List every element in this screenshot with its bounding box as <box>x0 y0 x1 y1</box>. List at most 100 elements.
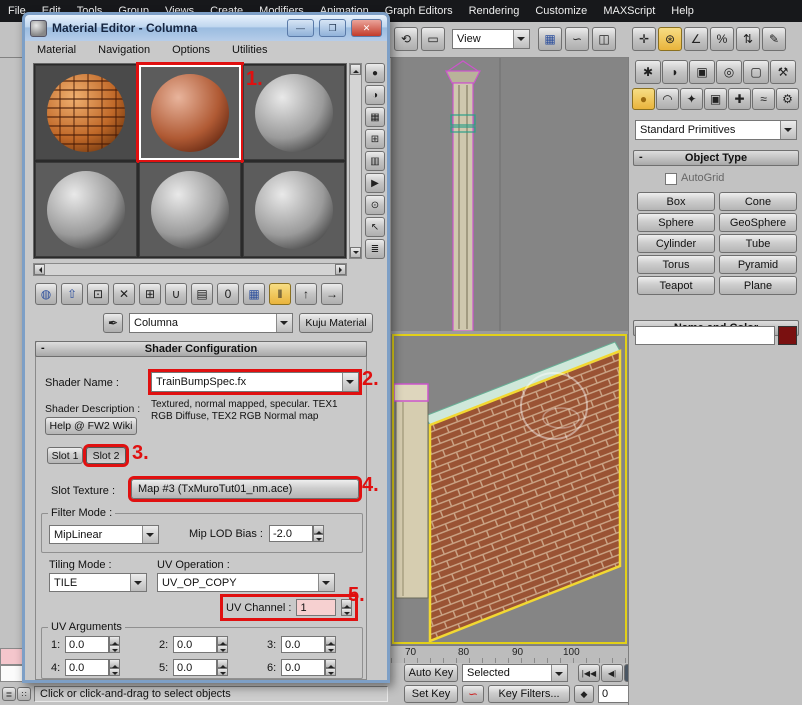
percent-snap-icon[interactable]: % <box>710 27 734 51</box>
macro-recorder-icon[interactable]: ∷ <box>17 687 31 701</box>
sample-type-icon[interactable]: ● <box>365 63 385 83</box>
shapes-category-icon[interactable]: ◠ <box>656 88 679 110</box>
make-preview-icon[interactable]: ▶ <box>365 173 385 193</box>
slot2-tab[interactable]: Slot 2 <box>86 447 126 464</box>
geometry-category-icon[interactable]: ● <box>632 88 655 110</box>
show-end-result-icon[interactable]: ‖ <box>269 283 291 305</box>
menu-rendering[interactable]: Rendering <box>461 5 528 17</box>
close-button[interactable]: ✕ <box>351 19 382 37</box>
go-forward-sibling-icon[interactable]: → <box>321 283 343 305</box>
dropdown-arrow-icon[interactable] <box>276 314 292 332</box>
sample-slot-4[interactable] <box>35 162 137 257</box>
primitive-category-dropdown[interactable]: Standard Primitives <box>635 120 797 140</box>
select-by-material-icon[interactable]: ↖ <box>365 217 385 237</box>
maxscript-listener-icon[interactable]: ≣ <box>2 687 16 701</box>
spacewarps-category-icon[interactable]: ≈ <box>752 88 775 110</box>
options-icon[interactable]: ⊙ <box>365 195 385 215</box>
go-to-parent-icon[interactable]: ↑ <box>295 283 317 305</box>
primitive-sphere-button[interactable]: Sphere <box>637 213 715 232</box>
perspective-viewport-scene[interactable] <box>391 334 628 644</box>
front-viewport-scene[interactable] <box>391 57 628 331</box>
sample-slot-6[interactable] <box>243 162 345 257</box>
schematic-view-icon[interactable]: ◫ <box>592 27 616 51</box>
make-unique-icon[interactable]: ∪ <box>165 283 187 305</box>
previous-frame-button[interactable]: ◀| <box>601 664 623 682</box>
dropdown-arrow-icon[interactable] <box>130 574 146 591</box>
uv-arg-spinner[interactable] <box>109 636 120 653</box>
object-type-rollout[interactable]: - Object Type <box>633 150 799 166</box>
systems-category-icon[interactable]: ⚙ <box>776 88 799 110</box>
menu-maxscript[interactable]: MAXScript <box>595 5 663 17</box>
dropdown-arrow-icon[interactable] <box>780 121 796 139</box>
lights-category-icon[interactable]: ✦ <box>680 88 703 110</box>
autogrid-checkbox[interactable] <box>665 173 677 185</box>
select-and-manipulate-icon[interactable]: ✛ <box>632 27 656 51</box>
helpers-category-icon[interactable]: ✚ <box>728 88 751 110</box>
sample-uv-tiling-icon[interactable]: ⊞ <box>365 129 385 149</box>
uv-channel-field[interactable]: 1 <box>296 599 336 616</box>
help-wiki-button[interactable]: Help @ FW2 Wiki <box>45 417 137 435</box>
uv-arg-field-6[interactable]: 0.0 <box>281 659 325 676</box>
curve-editor-icon[interactable]: ∽ <box>565 27 589 51</box>
backlight-icon[interactable]: ◑ <box>365 85 385 105</box>
menu-customize[interactable]: Customize <box>527 5 595 17</box>
material-id-channel-icon[interactable]: 0 <box>217 283 239 305</box>
create-tab-icon[interactable]: ✱ <box>635 60 661 84</box>
minimize-button[interactable]: — <box>287 19 314 37</box>
sample-slot-5[interactable] <box>139 162 241 257</box>
menu-navigation[interactable]: Navigation <box>98 44 150 56</box>
spinner-snap-icon[interactable]: ⇅ <box>736 27 760 51</box>
material-type-button[interactable]: Kuju Material <box>299 313 373 333</box>
menu-material[interactable]: Material <box>37 44 76 56</box>
tiling-mode-dropdown[interactable]: TILE <box>49 573 147 592</box>
sample-horizontal-scrollbar[interactable] <box>33 263 347 276</box>
uv-arg-spinner[interactable] <box>217 659 228 676</box>
scroll-down-icon[interactable] <box>350 247 361 258</box>
display-tab-icon[interactable]: ▢ <box>743 60 769 84</box>
set-key-button[interactable]: Set Key <box>404 685 458 703</box>
uv-arg-spinner[interactable] <box>325 636 336 653</box>
scroll-up-icon[interactable] <box>350 64 361 75</box>
primitive-box-button[interactable]: Box <box>637 192 715 211</box>
view-dropdown[interactable]: View <box>452 29 530 49</box>
dropdown-arrow-icon[interactable] <box>142 526 158 543</box>
primitive-cylinder-button[interactable]: Cylinder <box>637 234 715 253</box>
shader-name-dropdown[interactable]: TrainBumpSpec.fx <box>151 372 359 392</box>
dropdown-arrow-icon[interactable] <box>551 665 567 681</box>
primitive-tube-button[interactable]: Tube <box>719 234 797 253</box>
get-material-icon[interactable]: ◍ <box>35 283 57 305</box>
hierarchy-tab-icon[interactable]: ▣ <box>689 60 715 84</box>
go-to-start-button[interactable]: |◀◀ <box>578 664 600 682</box>
cameras-category-icon[interactable]: ▣ <box>704 88 727 110</box>
menu-help[interactable]: Help <box>663 5 702 17</box>
sample-vertical-scrollbar[interactable] <box>349 63 362 259</box>
assign-material-icon[interactable]: ⊡ <box>87 283 109 305</box>
pick-material-eyedropper-icon[interactable]: ✒ <box>103 313 123 333</box>
uv-arg-field-3[interactable]: 0.0 <box>281 636 325 653</box>
named-selection-icon[interactable]: ✎ <box>762 27 786 51</box>
shader-configuration-header[interactable]: - Shader Configuration <box>35 341 367 357</box>
primitive-geosphere-button[interactable]: GeoSphere <box>719 213 797 232</box>
angle-snap-icon[interactable]: ∠ <box>684 27 708 51</box>
menu-options[interactable]: Options <box>172 44 210 56</box>
video-color-check-icon[interactable]: ▥ <box>365 151 385 171</box>
put-to-library-icon[interactable]: ▤ <box>191 283 213 305</box>
uv-arg-field-5[interactable]: 0.0 <box>173 659 217 676</box>
uv-arg-field-2[interactable]: 0.0 <box>173 636 217 653</box>
snaps-toggle-icon[interactable]: ⊛ <box>658 27 682 51</box>
primitive-torus-button[interactable]: Torus <box>637 255 715 274</box>
sample-slot-1[interactable] <box>35 65 137 160</box>
utilities-tab-icon[interactable]: ⚒ <box>770 60 796 84</box>
slot1-tab[interactable]: Slot 1 <box>47 447 83 464</box>
object-color-swatch[interactable] <box>778 326 797 345</box>
uv-arg-field-1[interactable]: 0.0 <box>65 636 109 653</box>
brick-wall[interactable] <box>430 351 620 641</box>
rollout-collapse-icon[interactable]: - <box>41 342 45 354</box>
reset-map-icon[interactable]: ✕ <box>113 283 135 305</box>
dropdown-arrow-icon[interactable] <box>318 574 334 591</box>
rollout-collapse-icon[interactable]: - <box>639 151 643 163</box>
uv-arg-spinner[interactable] <box>217 636 228 653</box>
uv-operation-dropdown[interactable]: UV_OP_COPY <box>157 573 335 592</box>
key-filters-button[interactable]: Key Filters... <box>488 685 570 703</box>
uv-arg-spinner[interactable] <box>109 659 120 676</box>
